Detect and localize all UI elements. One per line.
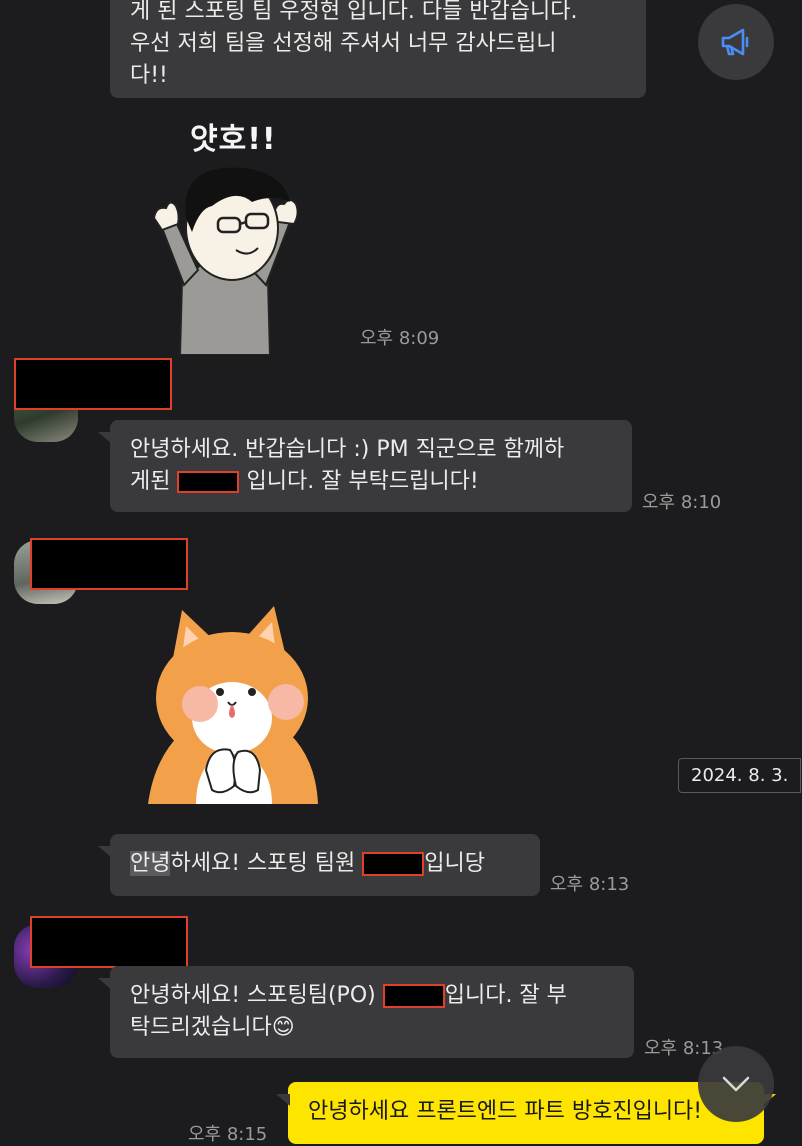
redacted-name — [382, 984, 445, 1008]
megaphone-icon — [721, 28, 749, 56]
timestamp: 오후 8:13 — [550, 874, 630, 895]
selected-text[interactable]: 안녕 — [130, 851, 171, 876]
announcement-button[interactable] — [698, 4, 774, 80]
chevron-down-icon — [722, 1076, 750, 1092]
smile-emoji-icon: 😊 — [271, 1015, 295, 1040]
scroll-to-bottom-button[interactable] — [698, 1046, 774, 1122]
message-4-line-1: 안녕하세요! 스포팅팀(PO) 입니다. 잘 부 — [130, 980, 614, 1012]
timestamp: 오후 8:09 — [360, 328, 440, 349]
message-2-text-before: 게된 — [130, 469, 178, 494]
sender-name-redacted — [30, 916, 188, 968]
message-bubble-1[interactable]: 게 된 스포팅 팀 우정현 입니다. 다들 반갑습니다. 우선 저희 팀을 선정… — [110, 0, 646, 98]
redacted-name — [362, 852, 425, 876]
sticker-cheering-man[interactable]: 얏호!! — [140, 110, 310, 356]
message-4-line-2: 탁드리겠습니다😊 — [130, 1012, 614, 1044]
message-1-line-3: 다!! — [130, 63, 168, 88]
date-badge: 2024. 8. 3. — [678, 758, 802, 793]
message-2-line-1: 안녕하세요. 반갑습니다 :) PM 직군으로 함께하 — [130, 437, 565, 462]
redacted-name — [177, 471, 240, 493]
message-1-line-1: 게 된 스포팅 팀 우정현 입니다. 다들 반갑습니다. — [130, 0, 578, 24]
sender-name-redacted — [30, 538, 188, 590]
timestamp: 오후 8:10 — [642, 492, 722, 513]
message-3-text-after: 입니당 — [424, 851, 485, 876]
message-bubble-3[interactable]: 안녕하세요! 스포팅 팀원 입니당 — [98, 834, 540, 896]
message-bubble-4[interactable]: 안녕하세요! 스포팅팀(PO) 입니다. 잘 부 탁드리겠습니다😊 — [98, 966, 634, 1058]
message-4-text-after: 입니다. 잘 부 — [444, 983, 567, 1008]
orange-cat-illustration — [148, 606, 318, 804]
sticker-orange-cat[interactable] — [140, 600, 322, 806]
sticker-caption: 얏호!! — [190, 122, 277, 157]
sender-name-redacted — [14, 358, 172, 410]
timestamp: 오후 8:15 — [188, 1124, 268, 1145]
message-1-line-2: 우선 저희 팀을 선정해 주셔서 너무 감사드립니 — [130, 31, 557, 56]
my-message-text: 안녕하세요 프론트엔드 파트 방호진입니다! — [308, 1099, 703, 1124]
message-bubble-2[interactable]: 안녕하세요. 반갑습니다 :) PM 직군으로 함께하 게된 입니다. 잘 부탁… — [98, 420, 632, 512]
message-3-text-before: 하세요! 스포팅 팀원 — [170, 851, 363, 876]
message-2-line-2: 게된 입니다. 잘 부탁드립니다! — [130, 466, 612, 498]
message-4-line-2-text: 탁드리겠습니다 — [130, 1015, 272, 1040]
message-4-text-before: 안녕하세요! 스포팅팀(PO) — [130, 983, 383, 1008]
my-message-bubble[interactable]: 안녕하세요 프론트엔드 파트 방호진입니다! — [276, 1082, 776, 1144]
message-2-text-after: 입니다. 잘 부탁드립니다! — [239, 469, 479, 494]
